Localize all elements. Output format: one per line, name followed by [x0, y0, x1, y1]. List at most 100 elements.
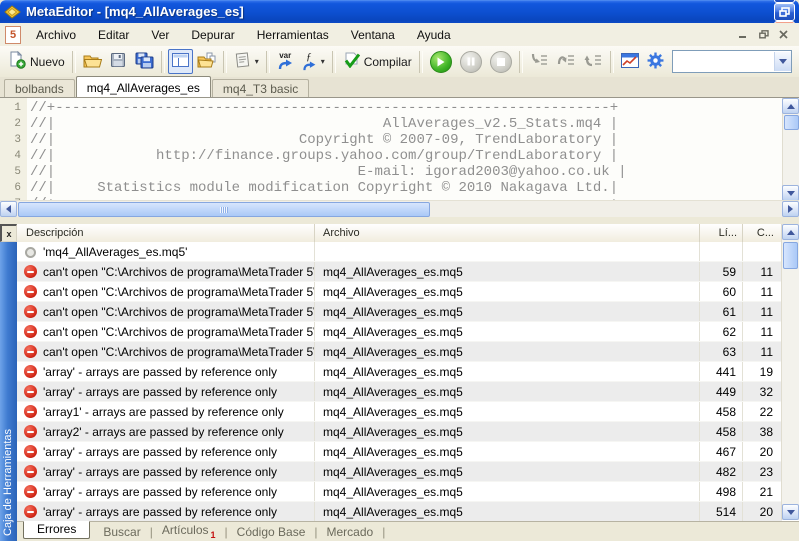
scroll-down-button[interactable] — [782, 185, 799, 201]
menu-depurar[interactable]: Depurar — [180, 25, 245, 45]
new-button[interactable]: Nuevo — [4, 49, 69, 74]
line-number: 4 — [0, 148, 30, 164]
chevron-down-icon: ▾ — [255, 57, 259, 66]
toolbox-tab-articulos[interactable]: Artículos1 — [153, 523, 225, 539]
compile-button[interactable]: Compilar — [339, 49, 416, 74]
search-profile-input[interactable] — [673, 53, 774, 70]
error-icon — [24, 485, 37, 498]
child-restore-button[interactable] — [755, 27, 772, 42]
description-text: can't open "C:\Archivos de programa\Meta… — [43, 345, 315, 359]
menu-herramientas[interactable]: Herramientas — [246, 25, 340, 45]
editor-vertical-scrollbar[interactable] — [782, 98, 799, 201]
table-row[interactable]: can't open "C:\Archivos de programa\Meta… — [17, 282, 782, 302]
mql5-document-icon[interactable]: 5 — [5, 26, 21, 44]
table-row[interactable]: can't open "C:\Archivos de programa\Meta… — [17, 342, 782, 362]
menu-archivo[interactable]: Archivo — [25, 25, 87, 45]
column-header-file[interactable]: Archivo — [315, 224, 700, 242]
scroll-right-button[interactable] — [782, 201, 799, 217]
insert-variable-button[interactable]: var — [273, 49, 298, 74]
error-icon — [24, 325, 37, 338]
code-line[interactable]: 2//| AllAverages_v2.5_Stats.mq4 | — [0, 116, 782, 132]
table-row[interactable]: 'array' - arrays are passed by reference… — [17, 382, 782, 402]
menu-ver[interactable]: Ver — [140, 25, 180, 45]
toolbox-tab-buscar[interactable]: Buscar — [94, 525, 149, 539]
code-text: //| http://finance.groups.yahoo.com/grou… — [30, 148, 618, 164]
table-row[interactable]: 'array2' - arrays are passed by referenc… — [17, 422, 782, 442]
menu-ayuda[interactable]: Ayuda — [406, 25, 462, 45]
editor-horizontal-scrollbar[interactable] — [0, 200, 799, 218]
table-row[interactable]: 'array' - arrays are passed by reference… — [17, 362, 782, 382]
tab-mq4-allaverages-es[interactable]: mq4_AllAverages_es — [76, 76, 211, 97]
combobox-dropdown-button[interactable] — [774, 52, 791, 71]
cell-line: 441 — [700, 362, 743, 381]
table-row[interactable]: 'array1' - arrays are passed by referenc… — [17, 402, 782, 422]
restore-button[interactable] — [774, 3, 795, 21]
toolbox-close-button[interactable]: x — [0, 224, 17, 242]
menu-editar[interactable]: Editar — [87, 25, 140, 45]
toolbox-tab-mercado[interactable]: Mercado — [318, 525, 383, 539]
step-into-button[interactable] — [526, 49, 553, 74]
scroll-down-button[interactable] — [782, 504, 799, 520]
settings-button[interactable] — [643, 49, 668, 74]
templates-button[interactable]: ▾ — [230, 49, 263, 74]
table-row[interactable]: 'array' - arrays are passed by reference… — [17, 502, 782, 522]
menu-ventana[interactable]: Ventana — [340, 25, 406, 45]
toolbox-tab-errores[interactable]: Errores — [23, 521, 90, 539]
metaeditor-logo-icon — [4, 4, 21, 19]
tab-bolbands[interactable]: bolbands — [4, 79, 75, 97]
chevron-down-icon — [779, 59, 787, 68]
folder-files-button[interactable] — [193, 49, 220, 74]
table-row[interactable]: 'mq4_AllAverages_es.mq5' — [17, 242, 782, 262]
code-line[interactable]: 1//+------------------------------------… — [0, 100, 782, 116]
toolbox-vertical-scrollbar[interactable] — [781, 224, 799, 520]
stop-button[interactable] — [486, 49, 516, 74]
scroll-left-button[interactable] — [0, 201, 17, 217]
code-line[interactable]: 3//| Copyright © 2007-09, TrendLaborator… — [0, 132, 782, 148]
chart-button[interactable] — [617, 49, 643, 74]
run-button[interactable] — [426, 49, 456, 74]
pause-button[interactable] — [456, 49, 486, 74]
table-row[interactable]: 'array' - arrays are passed by reference… — [17, 442, 782, 462]
compile-button-label: Compilar — [364, 55, 412, 69]
open-button[interactable] — [79, 49, 106, 74]
code-editor[interactable]: 1//+------------------------------------… — [0, 97, 799, 201]
child-minimize-button[interactable] — [735, 27, 752, 42]
table-row[interactable]: 'array' - arrays are passed by reference… — [17, 462, 782, 482]
step-over-button[interactable] — [553, 49, 580, 74]
save-all-button[interactable] — [131, 49, 158, 74]
code-text: //| AllAverages_v2.5_Stats.mq4 | — [30, 116, 618, 132]
error-icon — [24, 365, 37, 378]
toolbox-tab-codigo-base[interactable]: Código Base — [228, 525, 315, 539]
table-row[interactable]: can't open "C:\Archivos de programa\Meta… — [17, 302, 782, 322]
step-out-button[interactable] — [580, 49, 607, 74]
scroll-thumb[interactable] — [18, 202, 430, 217]
tab-mq4-t3-basic[interactable]: mq4_T3 basic — [212, 79, 309, 97]
child-window-controls — [735, 27, 792, 42]
toolbox-strip-label: Caja de Herramientas — [2, 429, 14, 536]
column-header-line[interactable]: Lí... — [700, 224, 743, 242]
cell-column: 11 — [743, 302, 782, 321]
scroll-thumb[interactable] — [783, 242, 798, 269]
table-row[interactable]: 'array' - arrays are passed by reference… — [17, 482, 782, 502]
table-row[interactable]: can't open "C:\Archivos de programa\Meta… — [17, 262, 782, 282]
cell-file: mq4_AllAverages_es.mq5 — [315, 402, 700, 421]
child-close-button[interactable] — [775, 27, 792, 42]
insert-function-button[interactable]: ƒ ▾ — [298, 49, 329, 74]
toolbar-separator — [419, 51, 423, 73]
panel-splitter[interactable] — [0, 217, 799, 224]
cell-file: mq4_AllAverages_es.mq5 — [315, 362, 700, 381]
save-button[interactable] — [106, 49, 131, 74]
code-line[interactable]: 6//| Statistics module modification Copy… — [0, 180, 782, 196]
metaeditor-window: MetaEditor - [mq4_AllAverages_es] 5 Arch… — [0, 0, 799, 541]
scroll-up-button[interactable] — [782, 224, 799, 240]
code-line[interactable]: 4//| http://finance.groups.yahoo.com/gro… — [0, 148, 782, 164]
code-line[interactable]: 5//| E-mail: igorad2003@yahoo.co.uk | — [0, 164, 782, 180]
column-header-description[interactable]: Descripción — [17, 224, 315, 242]
scroll-up-button[interactable] — [782, 98, 799, 114]
open-folder-icon — [83, 53, 102, 71]
layout-button[interactable] — [168, 49, 193, 74]
scroll-thumb[interactable] — [784, 115, 799, 130]
table-row[interactable]: can't open "C:\Archivos de programa\Meta… — [17, 322, 782, 342]
description-text: can't open "C:\Archivos de programa\Meta… — [43, 265, 315, 279]
column-header-col[interactable]: C... — [743, 224, 782, 242]
